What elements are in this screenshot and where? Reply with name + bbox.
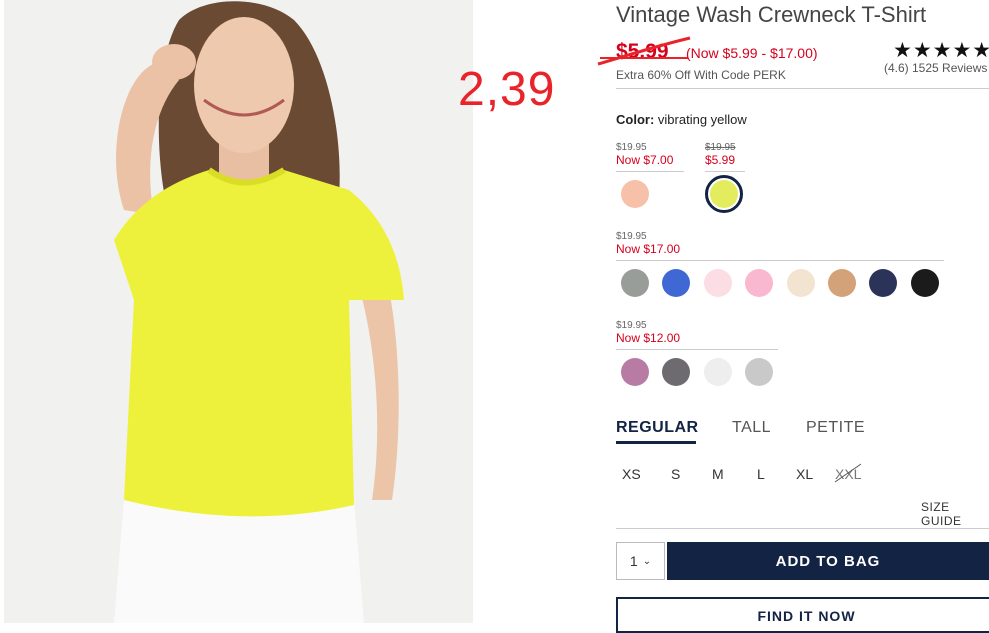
group-was-price: $19.95 [705, 142, 736, 153]
color-swatch-blue[interactable] [662, 269, 690, 297]
size-s[interactable]: S [671, 466, 680, 482]
rating-stars[interactable]: ★★★★★ [893, 38, 989, 63]
color-swatch-tan[interactable] [828, 269, 856, 297]
group-divider [705, 171, 745, 172]
color-label-heading: Color: [616, 112, 655, 127]
group-was-price: $19.95 [616, 231, 647, 242]
group-now-price: Now $17.00 [616, 242, 681, 256]
quantity-select[interactable]: 1 ⌄ [616, 542, 665, 580]
tab-regular[interactable]: REGULAR [616, 419, 699, 437]
quantity-value: 1 [629, 553, 638, 569]
color-swatch-heather-grey[interactable] [745, 358, 773, 386]
color-swatch-black[interactable] [911, 269, 939, 297]
size-l[interactable]: L [757, 466, 765, 482]
price-range: (Now $5.99 - $17.00) [686, 45, 818, 61]
annotation-price: 2,39 [458, 63, 556, 116]
tab-tall[interactable]: TALL [732, 419, 771, 437]
group-divider [616, 171, 684, 172]
unavailable-x-icon [834, 463, 862, 483]
product-photo[interactable] [4, 0, 473, 623]
group-divider [616, 349, 778, 350]
group-divider [616, 260, 944, 261]
color-swatch-pink[interactable] [745, 269, 773, 297]
color-swatch-mauve[interactable] [621, 358, 649, 386]
color-swatch-grey[interactable] [621, 269, 649, 297]
promo-text: Extra 60% Off With Code PERK [616, 68, 786, 82]
divider [616, 88, 989, 89]
color-swatch-charcoal[interactable] [662, 358, 690, 386]
size-m[interactable]: M [712, 466, 724, 482]
size-xl[interactable]: XL [796, 466, 813, 482]
find-it-now-button[interactable]: FIND IT NOW [616, 597, 989, 633]
group-now-price: Now $12.00 [616, 331, 681, 345]
group-now-price: Now $7.00 [616, 153, 674, 167]
group-was-price: $19.95 [616, 142, 647, 153]
group-was-price: $19.95 [616, 320, 647, 331]
divider [616, 528, 989, 529]
color-swatch-light-pink[interactable] [704, 269, 732, 297]
size-xs[interactable]: XS [622, 466, 641, 482]
chevron-down-icon: ⌄ [642, 555, 652, 567]
add-to-bag-button[interactable]: ADD TO BAG [667, 542, 989, 580]
tab-petite[interactable]: PETITE [806, 419, 865, 437]
strike-annotation [597, 36, 691, 66]
tab-underline [616, 441, 696, 444]
color-swatch-vibrating-yellow[interactable] [710, 180, 738, 208]
color-label: Color: vibrating yellow [616, 112, 747, 127]
size-guide-link[interactable]: SIZE GUIDE [921, 500, 989, 528]
color-swatch-cream[interactable] [787, 269, 815, 297]
color-swatch-navy[interactable] [869, 269, 897, 297]
product-title: Vintage Wash Crewneck T-Shirt [616, 2, 927, 27]
color-swatch-white[interactable] [704, 358, 732, 386]
model-illustration [4, 0, 473, 623]
color-swatch-peach[interactable] [621, 180, 649, 208]
group-now-price: $5.99 [705, 153, 736, 167]
color-value: vibrating yellow [657, 112, 747, 127]
reviews-link[interactable]: (4.6) 1525 Reviews [884, 61, 987, 75]
